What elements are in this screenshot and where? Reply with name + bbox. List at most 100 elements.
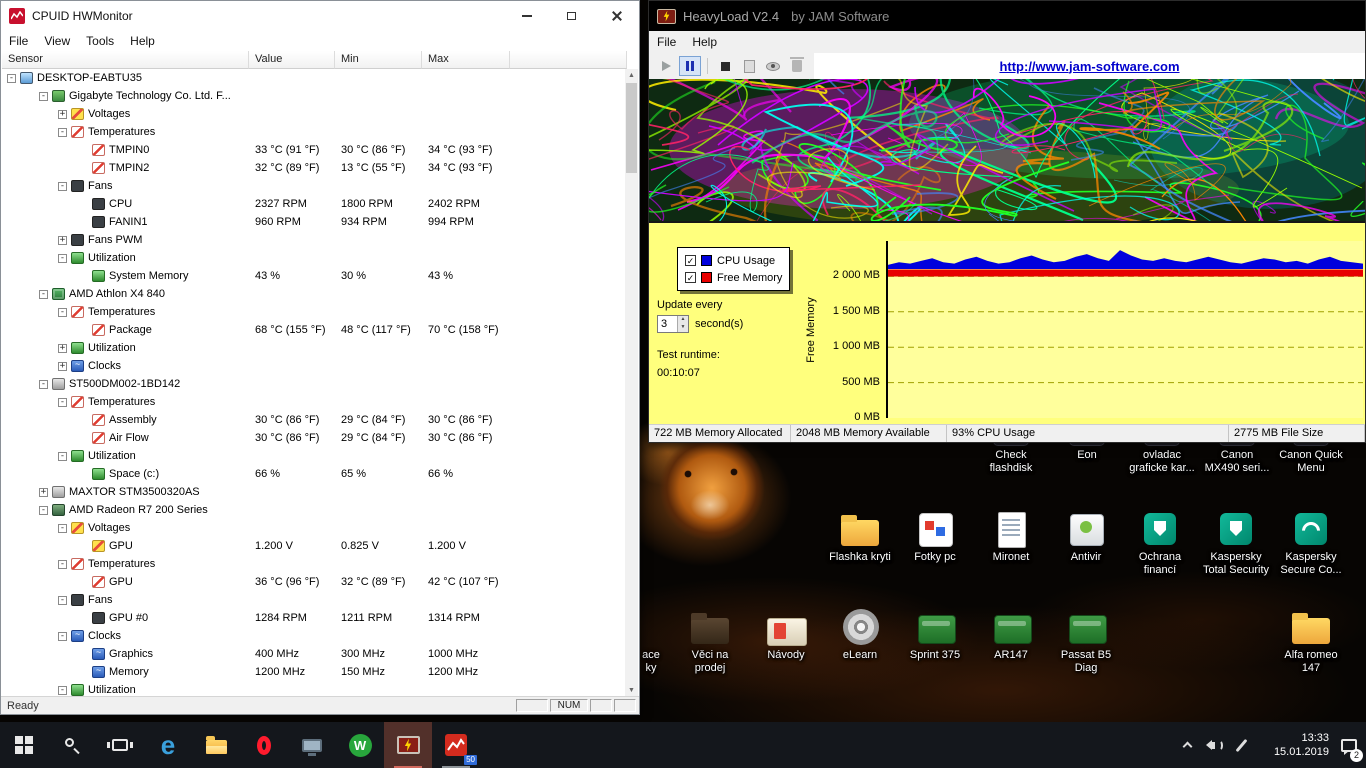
tree-expander[interactable]: + — [58, 110, 67, 119]
desktop-icon[interactable]: KasperskyTotal Security — [1196, 509, 1276, 577]
desktop-icon[interactable]: eLearn — [820, 607, 900, 662]
sensor-row[interactable]: CPU2327 RPM1800 RPM2402 RPM — [2, 195, 627, 213]
tree-expander[interactable]: - — [58, 524, 67, 533]
sensor-row[interactable]: -Utilization — [2, 249, 627, 267]
sensor-row[interactable]: -ST500DM002-1BD142 — [2, 375, 627, 393]
sensor-row[interactable]: -Temperatures — [2, 123, 627, 141]
sensor-row[interactable]: Assembly30 °C (86 °F)29 °C (84 °F)30 °C … — [2, 411, 627, 429]
tree-expander[interactable]: - — [58, 128, 67, 137]
sensor-row[interactable]: -Voltages — [2, 519, 627, 537]
desktop-icon[interactable]: KasperskySecure Co... — [1271, 509, 1351, 577]
sensor-row[interactable]: +Voltages — [2, 105, 627, 123]
column-header-value[interactable]: Value — [249, 51, 335, 69]
tree-expander[interactable]: - — [58, 560, 67, 569]
allocate-memory-button[interactable] — [786, 56, 808, 76]
sensor-row[interactable]: -AMD Athlon X4 840 — [2, 285, 627, 303]
hwmonitor-titlebar[interactable]: CPUID HWMonitor — [1, 1, 639, 31]
sensor-row[interactable]: GPU #01284 RPM1211 RPM1314 RPM — [2, 609, 627, 627]
tree-expander[interactable]: - — [39, 380, 48, 389]
maximize-button[interactable] — [549, 1, 594, 31]
menu-help[interactable]: Help — [684, 33, 725, 51]
tree-expander[interactable]: + — [58, 344, 67, 353]
desktop-icon[interactable]: Sprint 375 — [895, 607, 975, 662]
sensor-row[interactable]: -Utilization — [2, 681, 627, 697]
sensor-row[interactable]: TMPIN232 °C (89 °F)13 °C (55 °F)34 °C (9… — [2, 159, 627, 177]
desktop-icon[interactable]: Ochranafinancí — [1120, 509, 1200, 577]
tree-expander[interactable]: - — [58, 452, 67, 461]
tree-expander[interactable]: - — [58, 308, 67, 317]
edge-button[interactable]: e — [144, 722, 192, 768]
sensor-row[interactable]: -AMD Radeon R7 200 Series — [2, 501, 627, 519]
task-view-button[interactable] — [96, 722, 144, 768]
tree-expander[interactable]: - — [7, 74, 16, 83]
desktop-icon[interactable]: AR147 — [971, 607, 1051, 662]
show-hidden-icons-button[interactable] — [1174, 722, 1201, 768]
jam-software-link[interactable]: http://www.jam-software.com — [999, 59, 1179, 74]
tree-expander[interactable]: - — [39, 290, 48, 299]
close-button[interactable] — [594, 1, 639, 31]
sensor-row[interactable]: -Utilization — [2, 447, 627, 465]
desktop-icon[interactable]: Mironet — [971, 509, 1051, 564]
sensor-row[interactable]: -Temperatures — [2, 555, 627, 573]
column-header-max[interactable]: Max — [422, 51, 510, 69]
scroll-up-icon[interactable]: ▲ — [625, 69, 638, 82]
tree-expander[interactable]: - — [58, 596, 67, 605]
sensor-row[interactable]: TMPIN033 °C (91 °F)30 °C (86 °F)34 °C (9… — [2, 141, 627, 159]
tree-expander[interactable]: + — [58, 362, 67, 371]
start-button[interactable] — [0, 722, 48, 768]
sensor-row[interactable]: -Fans — [2, 591, 627, 609]
desktop-icon[interactable]: Passat B5Diag — [1046, 607, 1126, 675]
minimize-button[interactable] — [504, 1, 549, 31]
sensor-row[interactable]: GPU36 °C (96 °F)32 °C (89 °F)42 °C (107 … — [2, 573, 627, 591]
spinner-value[interactable]: 3 — [658, 316, 677, 332]
scroll-thumb[interactable] — [626, 83, 637, 173]
action-center-button[interactable]: 2 — [1335, 722, 1362, 768]
start-test-button[interactable] — [655, 56, 677, 76]
pause-test-button[interactable] — [679, 56, 701, 76]
sensor-row[interactable]: +Fans PWM — [2, 231, 627, 249]
sensor-row[interactable]: Space (c:)66 %65 %66 % — [2, 465, 627, 483]
sensor-row[interactable]: Graphics400 MHz300 MHz1000 MHz — [2, 645, 627, 663]
sensor-row[interactable]: System Memory43 %30 %43 % — [2, 267, 627, 285]
sensor-row[interactable]: +Clocks — [2, 357, 627, 375]
tree-expander[interactable]: + — [58, 236, 67, 245]
sensor-row[interactable]: FANIN1960 RPM934 RPM994 RPM — [2, 213, 627, 231]
write-test-file-button[interactable] — [738, 56, 760, 76]
file-explorer-button[interactable] — [192, 722, 240, 768]
sensor-row[interactable]: -DESKTOP-EABTU35 — [2, 69, 627, 87]
stop-test-button[interactable] — [714, 56, 736, 76]
taskbar-clock[interactable]: 13:33 15.01.2019 — [1261, 731, 1329, 759]
hwmonitor-taskbar-button[interactable]: 50 — [432, 722, 480, 768]
spin-down-icon[interactable]: ▼ — [677, 324, 688, 332]
tree-expander[interactable]: + — [39, 488, 48, 497]
tree-expander[interactable]: - — [39, 506, 48, 515]
tree-expander[interactable]: - — [58, 182, 67, 191]
tree-expander[interactable]: - — [58, 398, 67, 407]
volume-button[interactable] — [1201, 722, 1228, 768]
cpu-usage-checkbox[interactable]: ✓ — [685, 255, 696, 266]
spin-up-icon[interactable]: ▲ — [677, 316, 688, 324]
system-app-button[interactable] — [288, 722, 336, 768]
desktop-icon[interactable]: Fotky pc — [895, 509, 975, 564]
sensor-row[interactable]: -Clocks — [2, 627, 627, 645]
tree-expander[interactable]: - — [58, 254, 67, 263]
wps-office-button[interactable]: W — [336, 722, 384, 768]
sensor-row[interactable]: +MAXTOR STM3500320AS — [2, 483, 627, 501]
update-interval-spinner[interactable]: 3 ▲▼ — [657, 315, 689, 333]
menu-view[interactable]: View — [36, 32, 78, 50]
heavyload-titlebar[interactable]: HeavyLoad V2.4 by JAM Software — [649, 1, 1365, 31]
sensor-row[interactable]: +Utilization — [2, 339, 627, 357]
simulate-load-button[interactable] — [762, 56, 784, 76]
vertical-scrollbar[interactable]: ▲ ▼ — [625, 69, 638, 697]
heavyload-taskbar-button[interactable] — [384, 722, 432, 768]
column-header-min[interactable]: Min — [335, 51, 422, 69]
tree-expander[interactable]: - — [58, 632, 67, 641]
desktop-icon[interactable]: Věci naprodej — [670, 607, 750, 675]
tree-expander[interactable]: - — [58, 686, 67, 695]
sensor-row[interactable]: Air Flow30 °C (86 °F)29 °C (84 °F)30 °C … — [2, 429, 627, 447]
menu-file[interactable]: File — [649, 33, 684, 51]
sensor-row[interactable]: Memory1200 MHz150 MHz1200 MHz — [2, 663, 627, 681]
sensor-row[interactable]: -Temperatures — [2, 303, 627, 321]
menu-tools[interactable]: Tools — [78, 32, 122, 50]
menu-help[interactable]: Help — [122, 32, 163, 50]
